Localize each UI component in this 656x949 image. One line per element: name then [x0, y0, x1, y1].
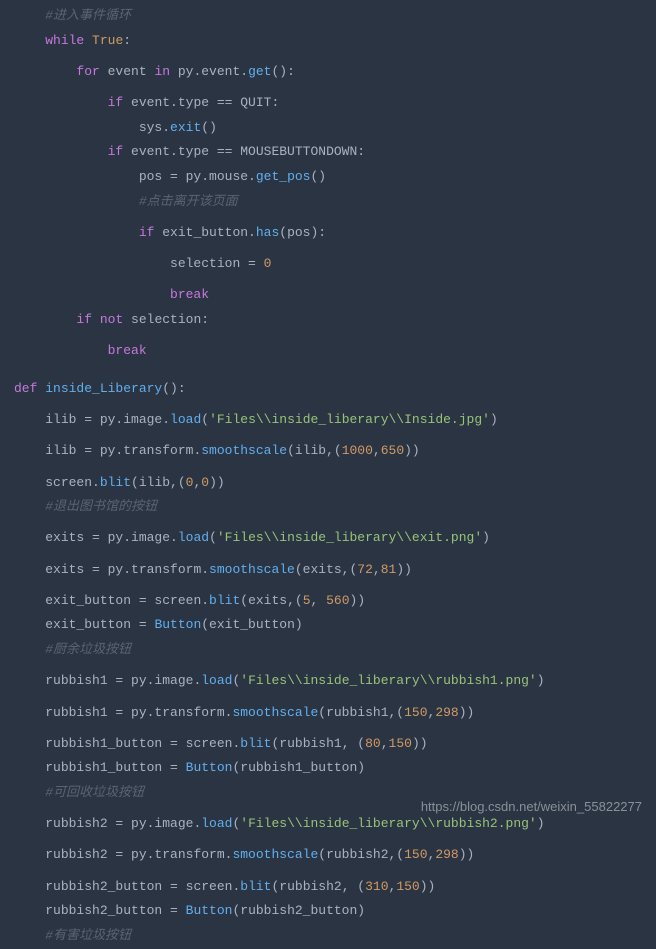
code-line: break	[14, 339, 656, 364]
code-line: exits = py.image.load('Files\\inside_lib…	[14, 526, 656, 551]
code-line: #有害垃圾按钮	[14, 924, 656, 949]
code-line: ilib = py.transform.smoothscale(ilib,(10…	[14, 439, 656, 464]
code-line: exits = py.transform.smoothscale(exits,(…	[14, 558, 656, 583]
code-line: selection = 0	[14, 252, 656, 277]
code-line: exit_button = screen.blit(exits,(5, 560)…	[14, 589, 656, 614]
code-line: #点击离开该页面	[14, 190, 656, 215]
code-line: rubbish1 = py.transform.smoothscale(rubb…	[14, 701, 656, 726]
code-line: screen.blit(ilib,(0,0))	[14, 471, 656, 496]
code-line: if event.type == MOUSEBUTTONDOWN:	[14, 140, 656, 165]
code-line: if not selection:	[14, 308, 656, 333]
code-line: rubbish2 = py.transform.smoothscale(rubb…	[14, 843, 656, 868]
code-line: rubbish1_button = Button(rubbish1_button…	[14, 756, 656, 781]
code-line: break	[14, 283, 656, 308]
code-line: pos = py.mouse.get_pos()	[14, 165, 656, 190]
code-line: for event in py.event.get():	[14, 60, 656, 85]
code-line: rubbish2_button = Button(rubbish2_button…	[14, 899, 656, 924]
code-line: rubbish1_button = screen.blit(rubbish1, …	[14, 732, 656, 757]
code-line: sys.exit()	[14, 116, 656, 141]
code-line: exit_button = Button(exit_button)	[14, 613, 656, 638]
code-line: #进入事件循环	[14, 4, 656, 29]
code-line: #退出图书馆的按钮	[14, 495, 656, 520]
code-line: while True:	[14, 29, 656, 54]
code-line: if event.type == QUIT:	[14, 91, 656, 116]
code-line: def inside_Liberary():	[14, 377, 656, 402]
watermark-text: https://blog.csdn.net/weixin_55822277	[421, 795, 642, 820]
code-line: ilib = py.image.load('Files\\inside_libe…	[14, 408, 656, 433]
code-line: if exit_button.has(pos):	[14, 221, 656, 246]
code-line: #厨余垃圾按钮	[14, 638, 656, 663]
code-line: rubbish1 = py.image.load('Files\\inside_…	[14, 669, 656, 694]
code-line: rubbish2_button = screen.blit(rubbish2, …	[14, 875, 656, 900]
